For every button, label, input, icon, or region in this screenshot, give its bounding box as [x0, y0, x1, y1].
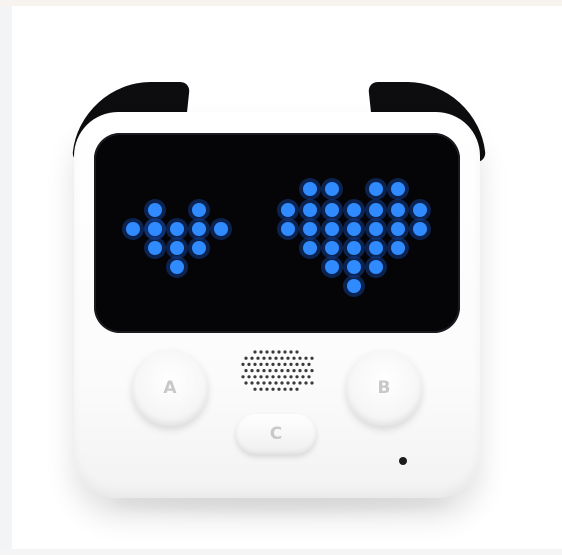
button-c-label: C: [269, 424, 283, 444]
button-b-label: B: [377, 378, 391, 398]
button-b[interactable]: B: [346, 350, 422, 426]
led-screen: [94, 133, 460, 333]
left-heart-eye-icon: [122, 199, 232, 278]
button-c[interactable]: C: [236, 414, 316, 454]
microphone-hole-icon: [399, 457, 407, 465]
button-a[interactable]: A: [132, 350, 208, 426]
frame-edge-left: [0, 0, 12, 555]
frame-edge-top: [0, 0, 562, 6]
led-matrix: [122, 178, 431, 297]
frame-edge-bottom: [0, 549, 562, 555]
button-a-label: A: [163, 378, 177, 398]
right-heart-eye-icon: [277, 178, 431, 297]
speaker-grille-icon: [241, 350, 314, 391]
